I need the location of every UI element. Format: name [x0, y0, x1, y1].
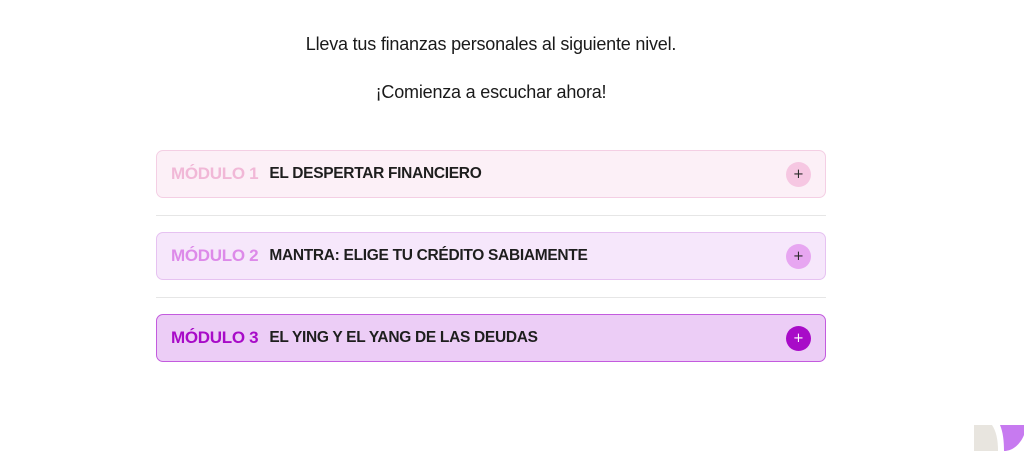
- intro-call-to-action: ¡Comienza a escuchar ahora!: [375, 82, 607, 102]
- brand-logo-icon: [974, 425, 1024, 451]
- module-number-label: MÓDULO 3: [171, 328, 259, 347]
- divider: [156, 297, 826, 298]
- intro-headline: Lleva tus finanzas personales al siguien…: [305, 34, 677, 54]
- plus-icon[interactable]: +: [786, 325, 811, 351]
- module-2-header[interactable]: MÓDULO 2 MANTRA: ELIGE TU CRÉDITO SABIAM…: [156, 232, 826, 280]
- divider: [156, 215, 826, 216]
- plus-icon[interactable]: +: [786, 161, 811, 187]
- page: Lleva tus finanzas personales al siguien…: [0, 0, 1024, 451]
- module-1-header[interactable]: MÓDULO 1 EL DESPERTAR FINANCIERO +: [156, 150, 826, 198]
- plus-icon[interactable]: +: [786, 243, 811, 269]
- module-title: EL YING Y EL YANG DE LAS DEUDAS: [269, 329, 538, 346]
- module-title: MANTRA: ELIGE TU CRÉDITO SABIAMENTE: [269, 247, 588, 264]
- module-3-header[interactable]: MÓDULO 3 EL YING Y EL YANG DE LAS DEUDAS…: [156, 314, 826, 362]
- module-number-label: MÓDULO 2: [171, 246, 259, 265]
- module-number-label: MÓDULO 1: [171, 164, 259, 183]
- module-title: EL DESPERTAR FINANCIERO: [269, 165, 482, 182]
- module-accordion: MÓDULO 1 EL DESPERTAR FINANCIERO + MÓDUL…: [156, 150, 826, 362]
